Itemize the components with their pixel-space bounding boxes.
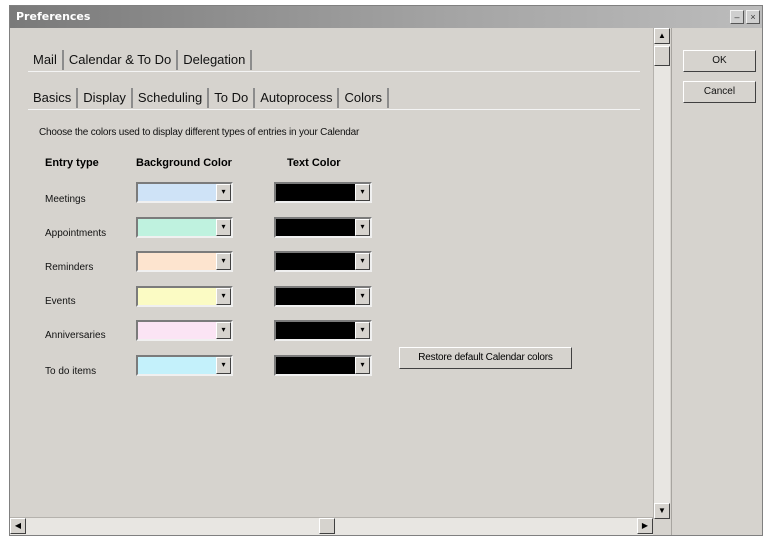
restore-default-colors-button[interactable]: Restore default Calendar colors bbox=[399, 347, 572, 369]
text-color-select-events[interactable]: ▾ bbox=[274, 286, 372, 307]
top-tab-divider bbox=[28, 71, 640, 72]
preferences-content: Mail Calendar & To Do Delegation Basics … bbox=[10, 28, 653, 517]
color-swatch bbox=[138, 288, 216, 305]
window-title: Preferences bbox=[16, 10, 91, 23]
text-color-select-anniversaries[interactable]: ▾ bbox=[274, 320, 372, 341]
tab-delegation[interactable]: Delegation bbox=[178, 50, 253, 70]
background-color-select-anniversaries[interactable]: ▾ bbox=[136, 320, 233, 341]
sub-tab-row: Basics Display Scheduling To Do Autoproc… bbox=[28, 86, 390, 108]
entry-label-appointments: Appointments bbox=[45, 228, 107, 239]
chevron-down-icon[interactable]: ▾ bbox=[216, 357, 231, 374]
header-background-color: Background Color bbox=[136, 157, 232, 169]
color-swatch bbox=[138, 184, 216, 201]
subtab-basics[interactable]: Basics bbox=[28, 88, 79, 108]
color-swatch bbox=[138, 322, 216, 339]
subtab-scheduling[interactable]: Scheduling bbox=[133, 88, 210, 108]
color-swatch bbox=[138, 253, 216, 270]
background-color-select-todo-items[interactable]: ▾ bbox=[136, 355, 233, 376]
chevron-down-icon[interactable]: ▾ bbox=[216, 184, 231, 201]
sub-tab-divider bbox=[28, 109, 640, 110]
top-tab-row: Mail Calendar & To Do Delegation bbox=[28, 48, 253, 70]
chevron-down-icon[interactable]: ▾ bbox=[216, 219, 231, 236]
background-color-select-events[interactable]: ▾ bbox=[136, 286, 233, 307]
colors-prompt: Choose the colors used to display differ… bbox=[39, 127, 360, 138]
tab-mail[interactable]: Mail bbox=[28, 50, 64, 70]
chevron-down-icon[interactable]: ▾ bbox=[216, 253, 231, 270]
entry-label-todo-items: To do items bbox=[45, 366, 97, 377]
title-bar: Preferences – × bbox=[10, 6, 762, 28]
cancel-button[interactable]: Cancel bbox=[683, 81, 756, 103]
entry-label-events: Events bbox=[45, 296, 76, 307]
text-color-select-reminders[interactable]: ▾ bbox=[274, 251, 372, 272]
tab-calendar-todo[interactable]: Calendar & To Do bbox=[63, 50, 179, 70]
subtab-todo[interactable]: To Do bbox=[209, 88, 256, 108]
scroll-left-icon[interactable]: ◀ bbox=[10, 518, 26, 534]
chevron-down-icon[interactable]: ▾ bbox=[355, 288, 370, 305]
ok-button[interactable]: OK bbox=[683, 50, 756, 72]
chevron-down-icon[interactable]: ▾ bbox=[355, 184, 370, 201]
vertical-scroll-thumb[interactable] bbox=[654, 46, 670, 66]
background-color-select-reminders[interactable]: ▾ bbox=[136, 251, 233, 272]
text-color-select-appointments[interactable]: ▾ bbox=[274, 217, 372, 238]
background-color-select-meetings[interactable]: ▾ bbox=[136, 182, 233, 203]
horizontal-scrollbar[interactable]: ◀ ▶ bbox=[10, 517, 653, 535]
vertical-scrollbar[interactable]: ▲ ▼ bbox=[653, 28, 670, 519]
color-swatch bbox=[138, 219, 216, 236]
header-text-color: Text Color bbox=[287, 157, 341, 169]
color-swatch bbox=[276, 288, 355, 305]
subtab-display[interactable]: Display bbox=[78, 88, 133, 108]
text-color-select-meetings[interactable]: ▾ bbox=[274, 182, 372, 203]
color-swatch bbox=[276, 184, 355, 201]
chevron-down-icon[interactable]: ▾ bbox=[355, 357, 370, 374]
scroll-up-icon[interactable]: ▲ bbox=[654, 28, 670, 44]
entry-label-reminders: Reminders bbox=[45, 262, 94, 273]
color-swatch bbox=[138, 357, 216, 374]
color-swatch bbox=[276, 219, 355, 236]
chevron-down-icon[interactable]: ▾ bbox=[355, 253, 370, 270]
chevron-down-icon[interactable]: ▾ bbox=[216, 322, 231, 339]
color-swatch bbox=[276, 322, 355, 339]
minimize-button[interactable]: – bbox=[730, 10, 744, 24]
close-button[interactable]: × bbox=[746, 10, 760, 24]
text-color-select-todo-items[interactable]: ▾ bbox=[274, 355, 372, 376]
header-entry-type: Entry type bbox=[45, 157, 99, 169]
background-color-select-appointments[interactable]: ▾ bbox=[136, 217, 233, 238]
chevron-down-icon[interactable]: ▾ bbox=[355, 322, 370, 339]
scroll-right-icon[interactable]: ▶ bbox=[637, 518, 653, 534]
scroll-down-icon[interactable]: ▼ bbox=[654, 503, 670, 519]
entry-label-anniversaries: Anniversaries bbox=[45, 330, 106, 341]
chevron-down-icon[interactable]: ▾ bbox=[355, 219, 370, 236]
subtab-autoprocess[interactable]: Autoprocess bbox=[255, 88, 340, 108]
horizontal-scroll-thumb[interactable] bbox=[319, 518, 335, 534]
dialog-button-panel: OK Cancel bbox=[671, 28, 762, 535]
color-swatch bbox=[276, 357, 355, 374]
entry-label-meetings: Meetings bbox=[45, 194, 86, 205]
preferences-window: Preferences – × Mail Calendar & To Do De… bbox=[9, 5, 763, 536]
chevron-down-icon[interactable]: ▾ bbox=[216, 288, 231, 305]
subtab-colors[interactable]: Colors bbox=[339, 88, 390, 108]
color-swatch bbox=[276, 253, 355, 270]
